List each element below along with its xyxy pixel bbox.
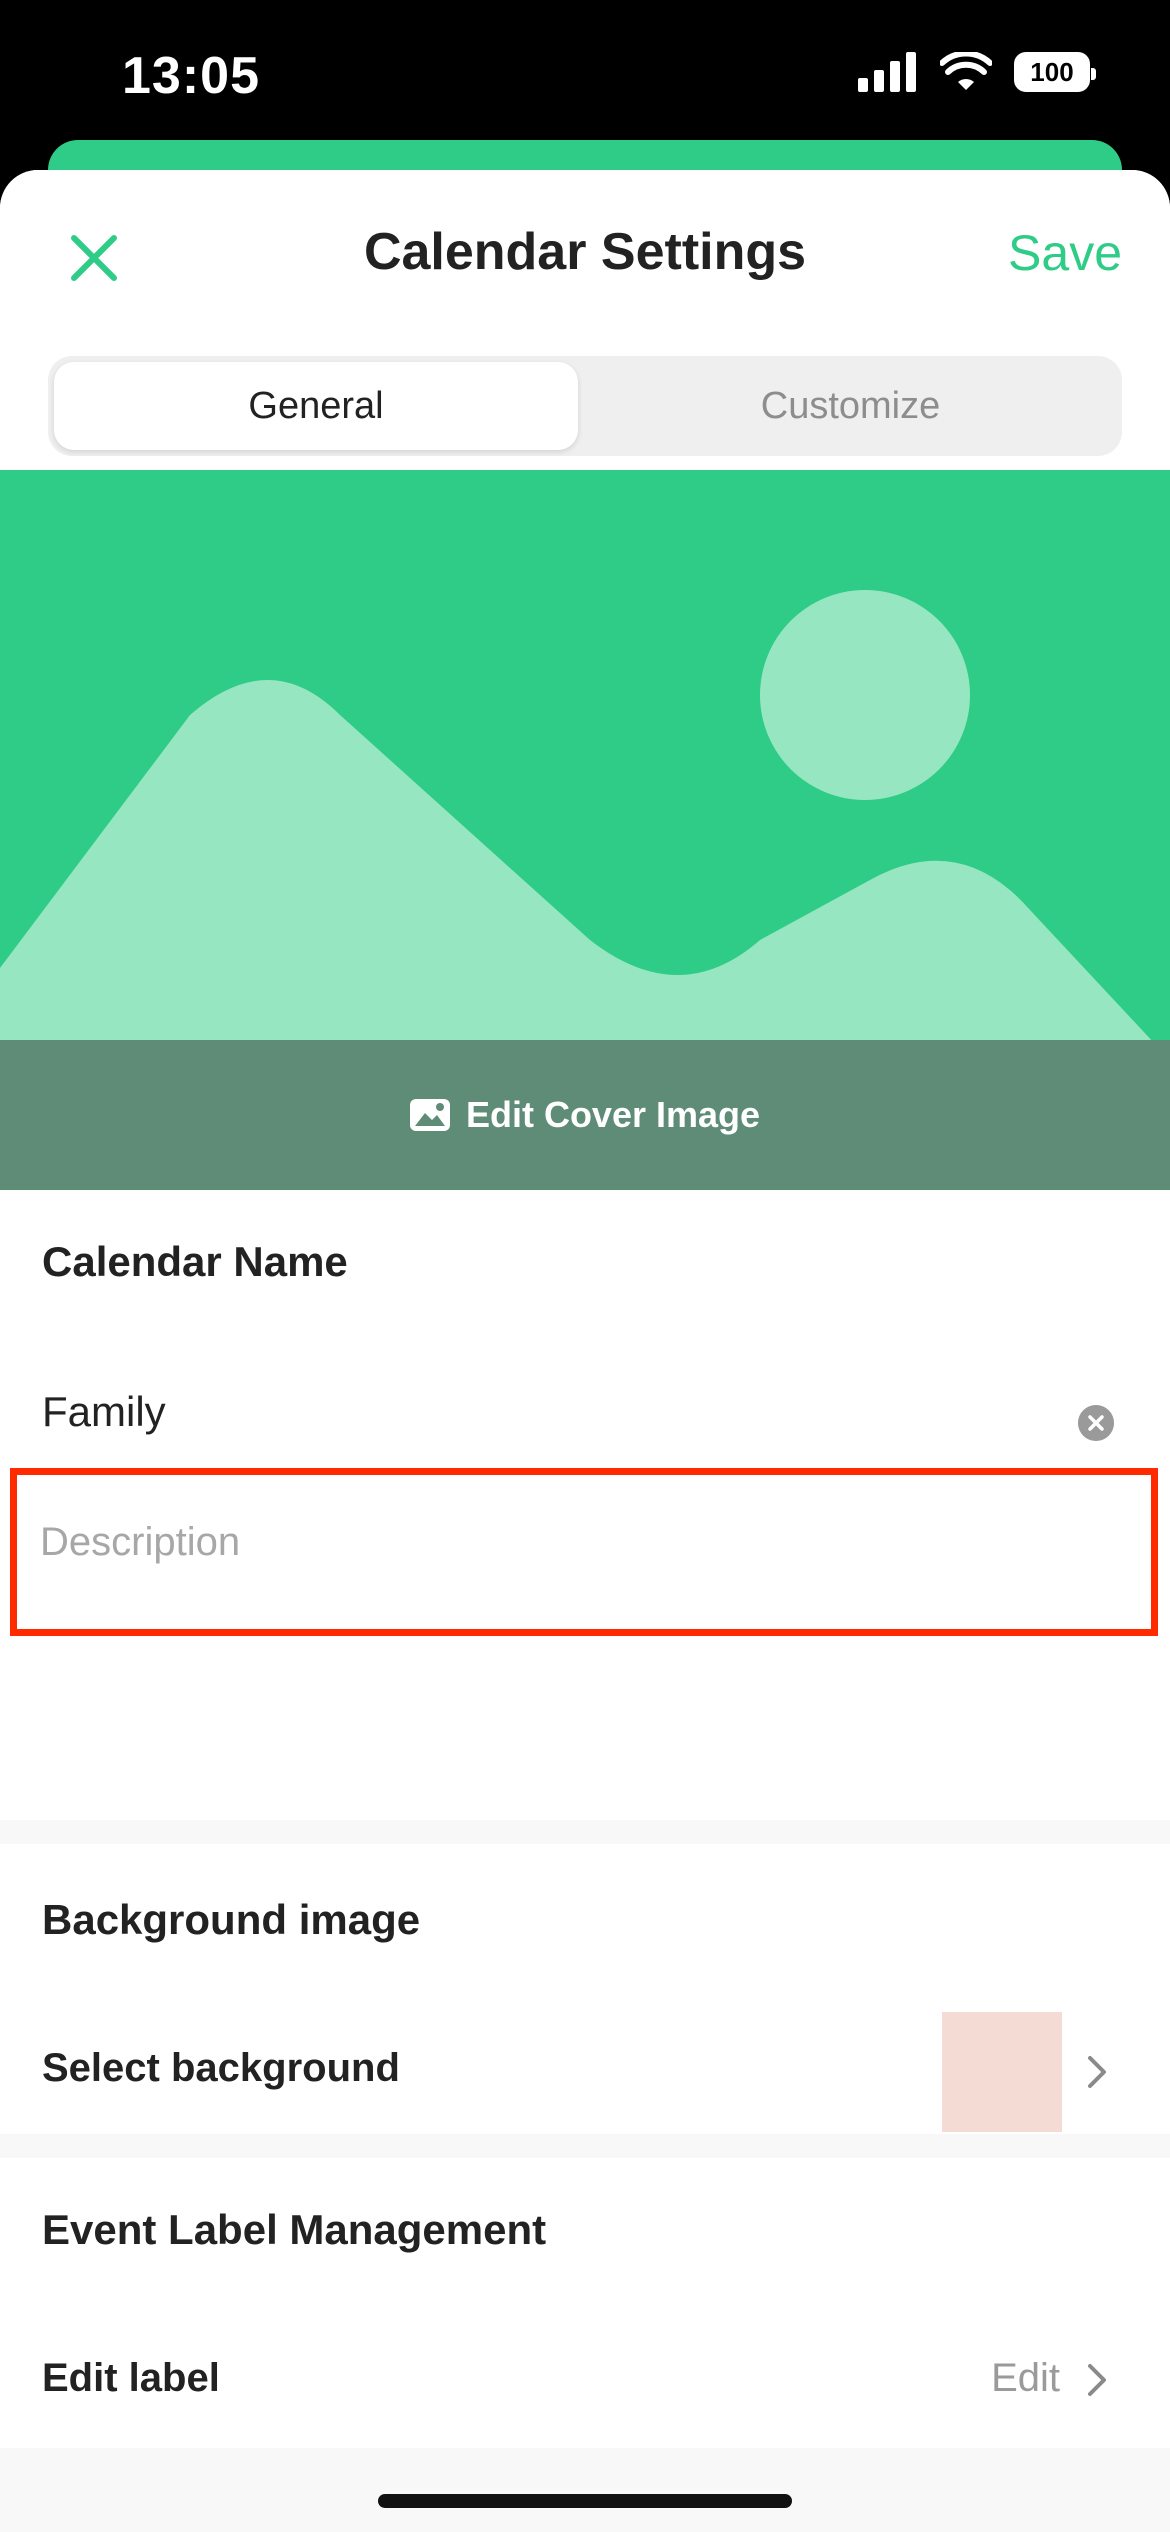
calendar-name-section: Calendar Name Family Description <box>0 1190 1170 1820</box>
edit-cover-image-label: Edit Cover Image <box>465 1094 761 1135</box>
background-image-title: Background image <box>42 1896 421 1943</box>
battery-icon: 100 <box>1014 52 1096 92</box>
page-title: Calendar Settings <box>363 223 807 281</box>
background-swatch[interactable] <box>942 2012 1062 2132</box>
save-button[interactable]: Save <box>1008 224 1122 282</box>
cellular-signal-icon <box>858 52 916 92</box>
home-indicator <box>378 2494 792 2508</box>
background-image-section: Background image Select background <box>0 1844 1170 2134</box>
calendar-name-title: Calendar Name <box>42 1238 348 1285</box>
tab-general[interactable]: General <box>54 362 578 450</box>
segmented-control: General Customize <box>48 356 1122 456</box>
event-label-section: Event Label Management Edit label Edit <box>0 2158 1170 2448</box>
status-bar: 13:05 100 <box>0 0 1170 150</box>
status-time: 13:05 <box>122 47 260 105</box>
description-input[interactable]: Description <box>40 1520 240 1565</box>
wifi-icon <box>940 52 992 90</box>
edit-cover-image-button[interactable]: Edit Cover Image <box>0 1040 1170 1190</box>
sheet-header: Calendar Settings Save <box>0 170 1170 340</box>
edit-label-row[interactable]: Edit label <box>42 2356 220 2401</box>
event-label-title: Event Label Management <box>42 2206 547 2253</box>
tab-customize[interactable]: Customize <box>585 362 1116 450</box>
calendar-name-input[interactable]: Family <box>42 1388 166 1436</box>
cover-image[interactable]: Edit Cover Image <box>0 470 1170 1190</box>
clear-icon[interactable] <box>1078 1405 1114 1441</box>
image-icon <box>409 1099 450 1131</box>
status-icons: 100 <box>858 52 1096 92</box>
chevron-right-icon[interactable] <box>1086 2362 1108 2398</box>
settings-sheet: Calendar Settings Save General Customize… <box>0 170 1170 2532</box>
chevron-right-icon[interactable] <box>1086 2054 1108 2090</box>
select-background-label[interactable]: Select background <box>42 2046 400 2091</box>
edit-label-value[interactable]: Edit <box>991 2356 1060 2401</box>
